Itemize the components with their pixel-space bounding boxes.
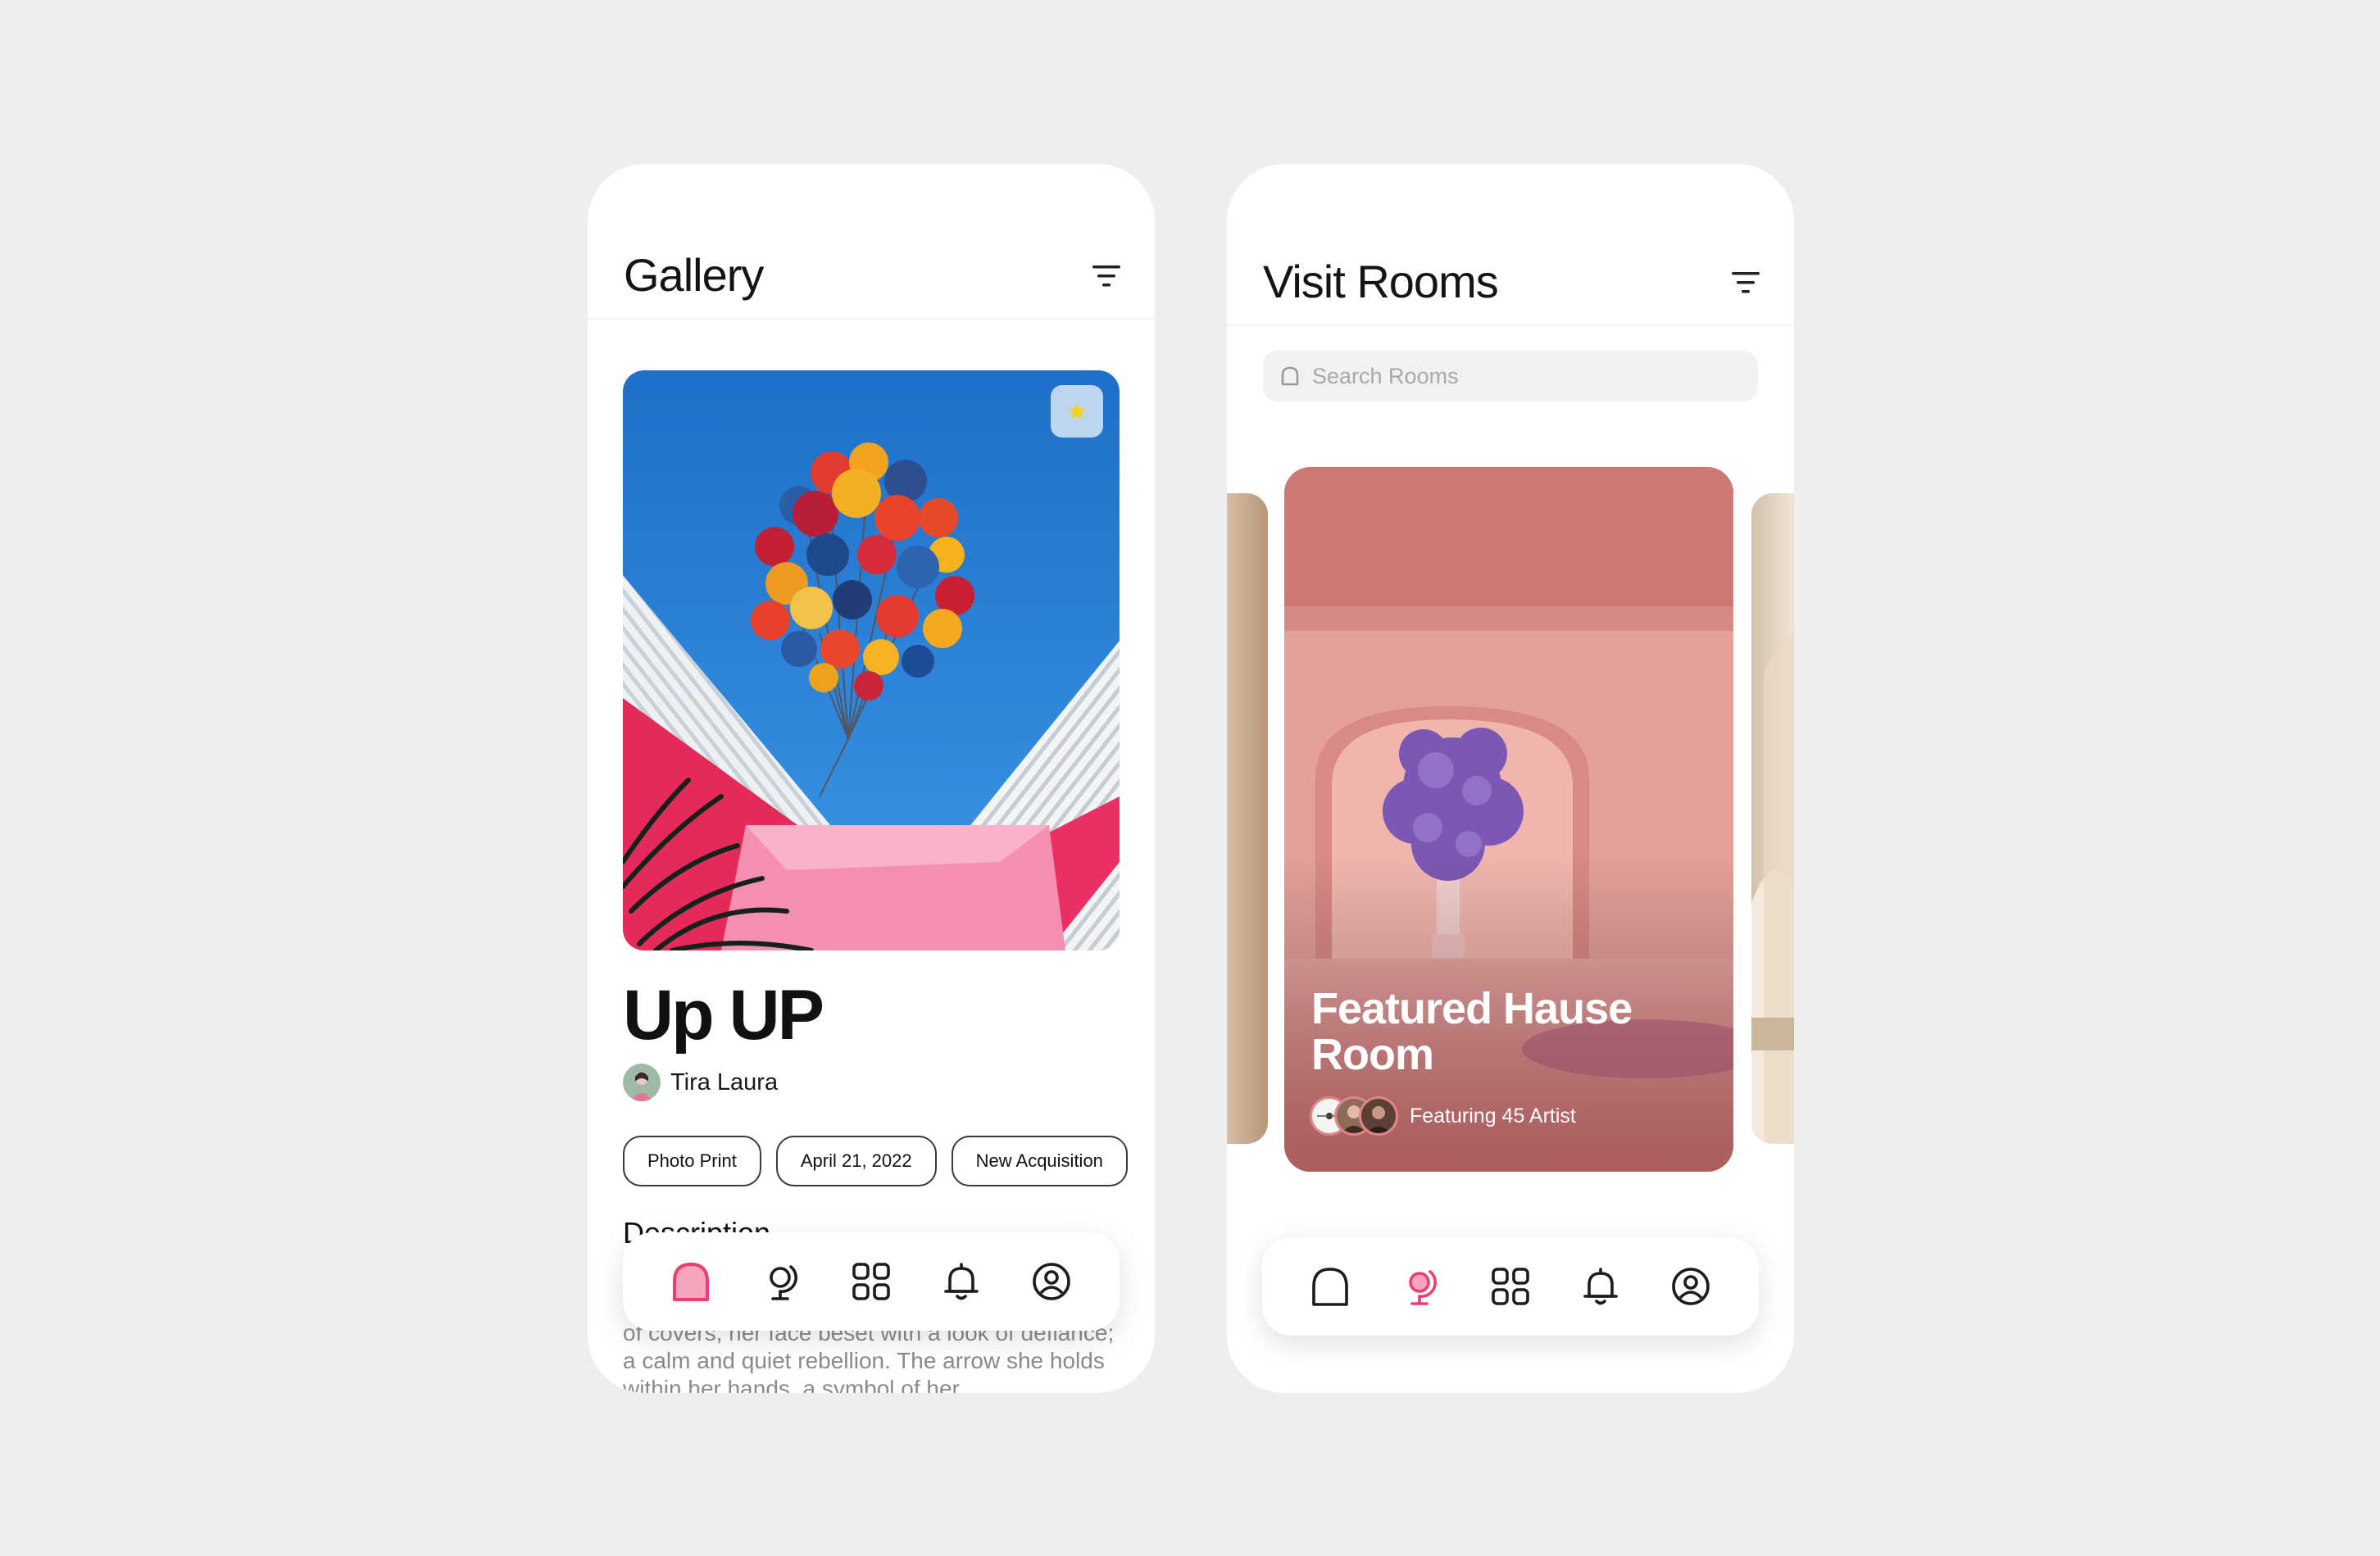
nav-notifications[interactable]: [935, 1255, 988, 1308]
globe-icon: [1409, 1270, 1437, 1305]
arch-home-icon: [673, 1263, 709, 1301]
nav-notifications[interactable]: [1574, 1260, 1627, 1313]
tag-list: Photo Print April 21, 2022 New Acquisiti…: [623, 1136, 1128, 1186]
nav-explore[interactable]: [755, 1255, 807, 1308]
room-title: Featured Hause Room: [1311, 984, 1633, 1079]
page-title: Visit Rooms: [1263, 256, 1499, 307]
artwork-title: Up UP: [623, 976, 824, 1055]
room-card-previous[interactable]: [1227, 493, 1268, 1144]
bottom-nav: [1262, 1237, 1759, 1336]
avatar: [623, 1064, 661, 1101]
search-field[interactable]: [1263, 351, 1758, 401]
grid-icon: [1492, 1268, 1529, 1305]
profile-icon: [1672, 1268, 1710, 1305]
tag-chip[interactable]: April 21, 2022: [775, 1136, 937, 1186]
filter-icon[interactable]: [1092, 265, 1120, 287]
nav-home[interactable]: [1304, 1260, 1356, 1313]
nav-home[interactable]: [665, 1255, 717, 1308]
gallery-header: Gallery: [588, 164, 1155, 320]
arch-home-icon: [1312, 1268, 1348, 1306]
tag-chip[interactable]: New Acquisition: [951, 1136, 1128, 1186]
search-icon: [1281, 366, 1299, 386]
globe-icon: [770, 1265, 797, 1300]
bell-icon: [944, 1263, 979, 1300]
balloon-photo: [623, 370, 1120, 950]
room-preview-image: [1751, 633, 1794, 1144]
artist-name: Tira Laura: [670, 1068, 779, 1096]
featured-room-card[interactable]: Featured Hause Room Featuring 45 Artist: [1284, 467, 1733, 1172]
artwork-image[interactable]: [623, 370, 1120, 950]
nav-collections[interactable]: [845, 1255, 897, 1308]
artist-avatars: [1310, 1096, 1398, 1136]
bottom-nav: [623, 1232, 1120, 1331]
star-icon: [1068, 402, 1086, 420]
search-input[interactable]: [1310, 362, 1724, 390]
nav-collections[interactable]: [1484, 1260, 1537, 1313]
rooms-screen: Visit Rooms Search Rooms Featured Hause …: [1227, 164, 1794, 1393]
gallery-screen: Gallery Up UP Tira Laura Photo Print Apr…: [588, 164, 1155, 1393]
avatar: [1359, 1096, 1398, 1136]
tag-chip[interactable]: Photo Print: [623, 1136, 761, 1186]
rooms-header: Visit Rooms: [1227, 164, 1794, 326]
nav-explore[interactable]: [1394, 1260, 1447, 1313]
nav-profile[interactable]: [1665, 1260, 1717, 1313]
artist-row[interactable]: Tira Laura: [623, 1064, 778, 1101]
page-title: Gallery: [624, 249, 764, 301]
bell-icon: [1583, 1268, 1618, 1305]
profile-icon: [1033, 1263, 1070, 1300]
room-meta: Featuring 45 Artist: [1310, 1096, 1576, 1136]
grid-icon: [852, 1263, 890, 1300]
favorite-button[interactable]: [1051, 385, 1103, 438]
filter-icon[interactable]: [1732, 272, 1760, 293]
room-card-next[interactable]: [1751, 493, 1794, 1144]
room-subtitle: Featuring 45 Artist: [1410, 1104, 1576, 1127]
nav-profile[interactable]: [1025, 1255, 1078, 1308]
